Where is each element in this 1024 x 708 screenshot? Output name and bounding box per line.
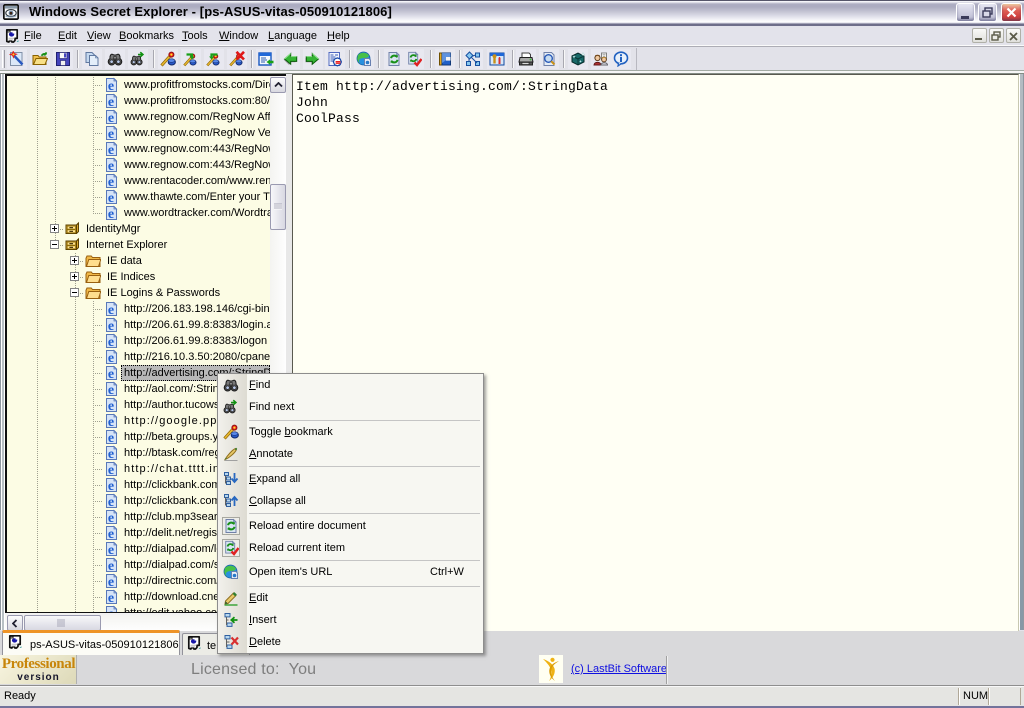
svg-text:e: e (108, 191, 114, 205)
svg-text:e: e (108, 559, 114, 573)
svg-text:e: e (108, 319, 114, 333)
svg-text:e: e (108, 543, 114, 557)
svg-text:e: e (108, 175, 114, 189)
svg-text:e: e (108, 127, 114, 141)
svg-text:e: e (108, 95, 114, 109)
svg-text:e: e (108, 495, 114, 509)
svg-text:e: e (108, 111, 114, 125)
svg-text:e: e (108, 351, 114, 365)
svg-text:e: e (108, 367, 114, 381)
svg-text:e: e (108, 143, 114, 157)
svg-text:e: e (108, 463, 114, 477)
svg-text:e: e (108, 207, 114, 221)
svg-text:e: e (108, 431, 114, 445)
svg-text:e: e (108, 79, 114, 93)
svg-text:e: e (108, 527, 114, 541)
svg-text:e: e (108, 415, 114, 429)
svg-text:e: e (108, 399, 114, 413)
svg-text:e: e (108, 447, 114, 461)
svg-text:e: e (108, 591, 114, 605)
svg-text:e: e (108, 303, 114, 317)
svg-text:e: e (108, 479, 114, 493)
svg-text:e: e (108, 335, 114, 349)
svg-text:e: e (108, 383, 114, 397)
svg-text:e: e (108, 159, 114, 173)
svg-text:e: e (108, 575, 114, 589)
svg-text:e: e (108, 511, 114, 525)
